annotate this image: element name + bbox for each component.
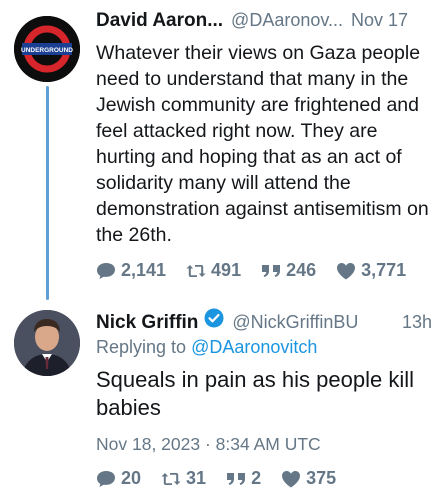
avatar[interactable] xyxy=(14,310,80,376)
like-button[interactable]: 375 xyxy=(281,468,336,489)
replying-to-label: Replying to xyxy=(96,337,187,357)
author-handle[interactable]: @DAaronov... xyxy=(231,10,343,31)
retweet-count: 491 xyxy=(211,260,242,280)
tweet-time[interactable]: Nov 17 xyxy=(351,10,414,31)
tweet-text: Squeals in pain as his people kill babie… xyxy=(96,367,414,420)
like-button[interactable]: 3,771 xyxy=(336,260,406,281)
avatar[interactable]: UNDERGROUND xyxy=(14,16,80,82)
tweet-text: Whatever their views on Gaza people need… xyxy=(96,42,429,246)
retweet-count: 31 xyxy=(186,468,207,488)
quote-icon xyxy=(227,472,246,485)
replying-to-handle[interactable]: @DAaronovitch xyxy=(191,337,317,357)
reply-count: 2,141 xyxy=(121,260,167,280)
heart-icon xyxy=(337,262,356,279)
retweet-button[interactable]: 491 xyxy=(186,260,241,281)
retweet-icon xyxy=(161,472,181,485)
replying-to: Replying to @DAaronovitch xyxy=(96,337,438,358)
author-name[interactable]: David Aaron... xyxy=(96,10,223,32)
quote-count: 2 xyxy=(251,468,262,488)
author-name[interactable]: Nick Griffin xyxy=(96,312,198,334)
reply-icon xyxy=(97,470,115,487)
quote-button[interactable]: 246 xyxy=(261,260,316,281)
tweet-time[interactable]: 13h xyxy=(402,312,438,333)
reply-button[interactable]: 20 xyxy=(96,468,141,489)
tweet-timestamp[interactable]: Nov 18, 2023 · 8:34 AM UTC xyxy=(96,434,438,455)
reply-icon xyxy=(97,262,115,279)
like-count: 375 xyxy=(306,468,337,488)
like-count: 3,771 xyxy=(361,260,407,280)
quote-icon xyxy=(262,264,281,277)
reply-button[interactable]: 2,141 xyxy=(96,260,166,281)
retweet-button[interactable]: 31 xyxy=(161,468,206,489)
quote-button[interactable]: 2 xyxy=(226,468,261,489)
verified-icon xyxy=(204,308,224,328)
heart-icon xyxy=(282,470,301,487)
retweet-icon xyxy=(186,264,206,277)
quote-count: 246 xyxy=(286,260,317,280)
author-handle[interactable]: @NickGriffinBU xyxy=(232,312,358,333)
avatar-logo-text: UNDERGROUND xyxy=(21,47,73,54)
reply-count: 20 xyxy=(121,468,142,488)
thread-line xyxy=(46,86,49,300)
